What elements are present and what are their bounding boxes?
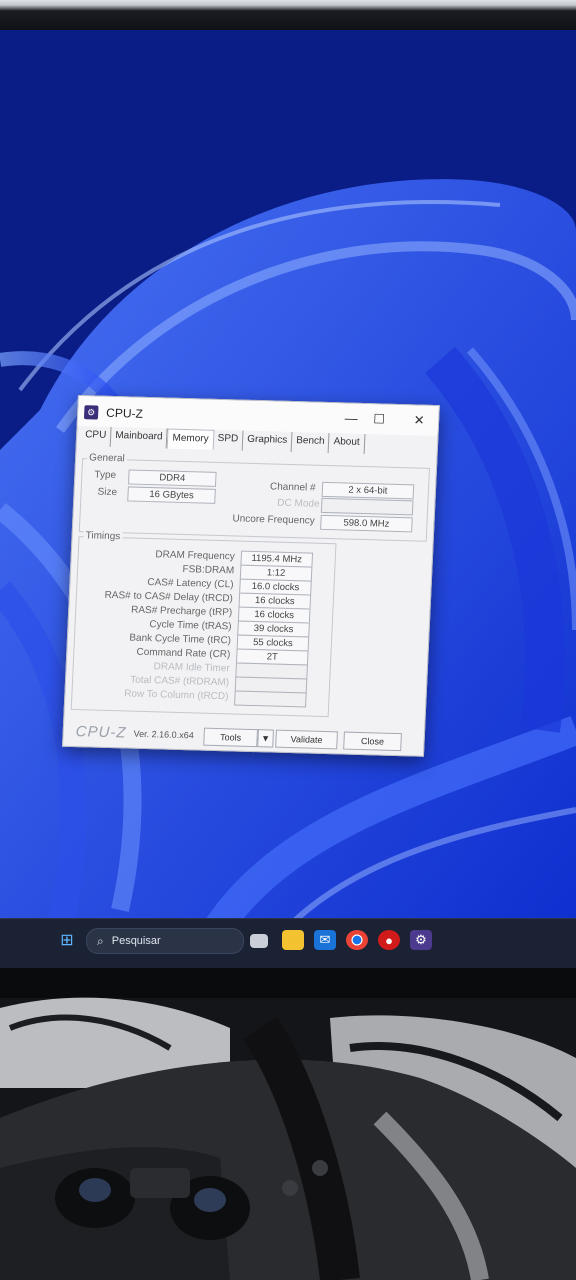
dc-mode-value xyxy=(320,497,414,516)
dc-mode-label: DC Mode xyxy=(277,497,320,510)
cpuz-taskbar-icon[interactable]: ⚙ xyxy=(410,930,432,950)
type-value: DDR4 xyxy=(127,469,217,487)
uncore-frequency-label: Uncore Frequency xyxy=(232,513,315,527)
file-explorer-icon[interactable] xyxy=(282,930,304,950)
photo: ⚙ CPU-Z — ☐ ✕ CPU Mainboard Memory SPD G… xyxy=(0,0,576,1280)
timing-label-cycle-time: Cycle Time (tRAS) xyxy=(149,619,232,633)
tab-bench[interactable]: Bench xyxy=(291,432,330,454)
tab-memory[interactable]: Memory xyxy=(167,428,215,450)
tab-graphics[interactable]: Graphics xyxy=(242,430,293,452)
tab-cpu[interactable]: CPU xyxy=(80,426,112,447)
cpuz-app-icon: ⚙ xyxy=(83,405,99,420)
timing-label-ras-to-cas: RAS# to CAS# Delay (tRCD) xyxy=(104,589,234,605)
desk-surface xyxy=(0,968,576,1280)
close-window-button[interactable]: ✕ xyxy=(408,410,431,431)
cpuz-window: ⚙ CPU-Z — ☐ ✕ CPU Mainboard Memory SPD G… xyxy=(62,395,440,757)
desktop-screen: ⚙ CPU-Z — ☐ ✕ CPU Mainboard Memory SPD G… xyxy=(0,30,576,960)
maximize-button[interactable]: ☐ xyxy=(368,409,391,430)
chrome-icon[interactable] xyxy=(346,930,368,950)
magnifier-icon: ⌕ xyxy=(97,933,104,948)
windows-start-icon[interactable]: ⊞ xyxy=(56,930,78,950)
channel-value: 2 x 64-bit xyxy=(321,481,415,500)
task-view-icon[interactable] xyxy=(250,934,268,948)
version-label: Ver. 2.16.0.x64 xyxy=(133,728,194,741)
general-group-label: General xyxy=(86,452,127,465)
timing-label-dram-frequency: DRAM Frequency xyxy=(155,549,236,563)
cpuz-footer-logo: CPU-Z xyxy=(75,723,127,742)
timing-label-bank-cycle-time: Bank Cycle Time (tRC) xyxy=(129,632,232,647)
close-button[interactable]: Close xyxy=(343,731,402,752)
channel-label: Channel # xyxy=(269,481,316,494)
outlook-icon[interactable]: ✉ xyxy=(314,930,336,950)
timing-label-total-cas: Total CAS# (tRDRAM) xyxy=(129,674,230,689)
search-placeholder: Pesquisar xyxy=(111,935,161,947)
timing-label-dram-idle-timer: DRAM Idle Timer xyxy=(153,661,230,675)
timings-group: Timings DRAM Frequency 1195.4 MHz FSB:DR… xyxy=(70,530,337,718)
type-label: Type xyxy=(94,469,117,482)
size-label: Size xyxy=(97,486,118,499)
red-app-icon[interactable]: ● xyxy=(378,930,400,950)
general-group: General Type DDR4 Size 16 GBytes Channel… xyxy=(78,452,431,542)
timing-label-cas-latency: CAS# Latency (CL) xyxy=(147,577,234,591)
timing-value-row-to-column xyxy=(234,690,307,708)
timing-label-command-rate: Command Rate (CR) xyxy=(136,646,231,661)
window-title: CPU-Z xyxy=(105,405,144,421)
minimize-button[interactable]: — xyxy=(340,408,363,429)
validate-button[interactable]: Validate xyxy=(275,729,338,750)
desk-photo-art xyxy=(0,968,576,1280)
taskbar-search[interactable]: ⌕ Pesquisar xyxy=(86,928,244,954)
timing-label-row-to-column: Row To Column (tRCD) xyxy=(123,688,229,703)
tools-dropdown-arrow[interactable]: ▼ xyxy=(257,729,274,748)
timing-label-ras-precharge: RAS# Precharge (tRP) xyxy=(130,604,233,619)
tools-button[interactable]: Tools xyxy=(203,727,258,748)
tab-spd[interactable]: SPD xyxy=(213,429,244,451)
uncore-frequency-value: 598.0 MHz xyxy=(320,514,413,533)
tab-mainboard[interactable]: Mainboard xyxy=(110,426,168,449)
timings-group-label: Timings xyxy=(83,530,123,543)
timing-label-fsb-dram: FSB:DRAM xyxy=(182,563,235,577)
tab-about[interactable]: About xyxy=(329,433,366,455)
size-value: 16 GBytes xyxy=(127,486,216,504)
